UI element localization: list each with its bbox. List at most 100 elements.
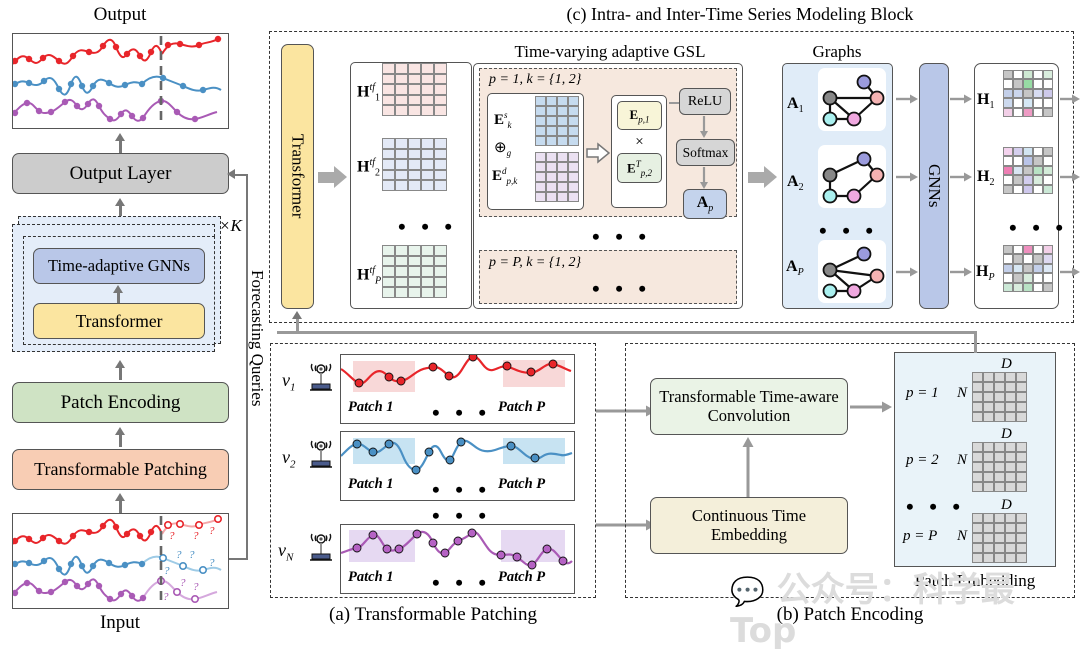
svg-text:?: ? — [209, 525, 215, 537]
output-series-svg — [11, 35, 222, 125]
softmax-label: Softmax — [682, 144, 729, 160]
panel-c-transformer-box[interactable]: Transformer — [281, 44, 314, 309]
xk-label: ×K — [219, 216, 242, 235]
patch-encoding-box[interactable]: Patch Encoding — [12, 382, 229, 423]
arrowhead-up-1 — [115, 133, 125, 141]
pe-ellipsis: • • • — [906, 494, 966, 519]
connector-pe-vertical — [974, 331, 977, 353]
connector-transformer-vertical — [296, 318, 299, 332]
pe-row2-d: D — [1001, 426, 1012, 442]
pe-row1-n: N — [957, 385, 968, 401]
multiply-symbol: × — [635, 133, 644, 150]
pe-row1-d: D — [1001, 356, 1012, 372]
pe-row1-p: p = 1 — [906, 385, 939, 401]
h2-out-matrix — [1003, 147, 1053, 194]
input-title: Input — [99, 612, 141, 633]
input-chart: ? ? ? ? ? ? ? ? ? ? — [11, 513, 229, 609]
arrowhead-up-transformer — [292, 311, 302, 319]
h2-tf-matrix — [382, 138, 447, 191]
svg-text:?: ? — [176, 549, 182, 561]
patchP-label-v2: Patch P — [498, 476, 546, 492]
node-v2-label: v2 — [282, 447, 296, 471]
gsl-block-pP-header: p = P, k = {1, 2} — [489, 255, 582, 270]
e-d-pk-label: Edp,k — [492, 166, 517, 186]
watermark: 💬 公众号：科学最Top — [730, 562, 1080, 651]
vN-sub: N — [286, 551, 294, 564]
output-chart — [11, 33, 229, 129]
transformable-patching-label: Transformable Patching — [34, 459, 207, 479]
arrow-outputlayer-to-chart — [119, 140, 122, 153]
gnns-label: GNNs — [925, 164, 944, 208]
conv-label: Transformable Time-aware Convolution — [659, 386, 839, 425]
node-vN-label: vN — [278, 540, 293, 564]
gsl-pP-ellipsis: • • • — [592, 276, 652, 301]
arrowhead-up-5 — [115, 427, 125, 435]
patchP-label-v1: Patch P — [498, 399, 546, 415]
hp-tf-sub: P — [375, 275, 382, 287]
h2-out-letter: H — [977, 168, 990, 185]
patch-encoding-label: Patch Encoding — [60, 391, 181, 413]
conv-box[interactable]: Transformable Time-aware Convolution — [650, 378, 848, 435]
ap-letter: A — [696, 193, 709, 211]
node-v1-label: v1 — [282, 370, 296, 394]
graphs-ellipsis: • • • — [819, 218, 879, 243]
svg-text:?: ? — [209, 557, 215, 569]
h2-tf-sup: tf — [369, 157, 376, 168]
transformable-patching-box[interactable]: Transformable Patching — [12, 449, 229, 490]
patch1-label-v2: Patch 1 — [348, 476, 394, 492]
e-d-pk-sub: p,k — [506, 176, 518, 186]
arrow-graphP-to-gnns — [896, 265, 918, 283]
output-layer-box[interactable]: Output Layer — [12, 153, 229, 194]
sensor-icon-N — [307, 533, 335, 568]
svg-text:?: ? — [189, 549, 195, 561]
graph-2 — [818, 145, 886, 208]
pe-row3-matrix — [972, 513, 1027, 563]
relu-box: ReLU — [679, 88, 731, 115]
svg-text:?: ? — [164, 565, 170, 577]
fq-line-top — [233, 174, 248, 176]
e-p2T-letter: E — [627, 159, 636, 175]
arrow-input-to-patching — [119, 500, 122, 513]
time-embedding-label: Continuous Time Embedding — [691, 505, 807, 544]
adjP-label: AP — [786, 258, 804, 278]
arrow-gnns-to-h2 — [950, 170, 972, 188]
watermark-icon: 💬 — [730, 575, 765, 608]
output-title: Output — [93, 4, 147, 25]
e-p1-sub: p,1 — [638, 114, 650, 125]
pe-row1-matrix — [972, 372, 1027, 422]
pe-row3-p: p = P — [903, 528, 938, 544]
transformer-label: Transformer — [75, 310, 163, 331]
hP-out-letter: H — [976, 263, 989, 280]
adj1-letter: A — [787, 95, 799, 112]
e-p2T-box: ETp,2 — [617, 153, 662, 183]
patch1-label-vN: Patch 1 — [348, 569, 394, 585]
time-adaptive-gnns-box[interactable]: Time-adaptive GNNs — [33, 248, 205, 284]
h1-out-label: H1 — [977, 91, 994, 111]
oplus-glyph: ⊕ — [494, 140, 507, 156]
e-d-pk-matrix — [535, 152, 579, 202]
e-d-pk-sup: d — [502, 166, 507, 176]
patchP-label-vN: Patch P — [498, 569, 546, 585]
pe-row3-n: N — [957, 528, 968, 544]
h1-out-matrix — [1003, 70, 1053, 117]
adjP-sub: P — [797, 267, 804, 279]
arrow-hP-out — [1060, 265, 1080, 283]
arrow-graph2-to-gnns — [896, 170, 918, 188]
e-d-pk-letter: E — [492, 168, 503, 184]
transformer-box[interactable]: Transformer — [33, 303, 205, 339]
h2-tf-sub: 2 — [375, 167, 381, 179]
e-s-k-sub: k — [507, 120, 512, 130]
pe-row2-n: N — [957, 452, 968, 468]
pe-row2-matrix — [972, 442, 1027, 492]
blockarrow-transformer-to-h — [318, 166, 347, 188]
gnns-box[interactable]: GNNs — [919, 63, 949, 309]
graphs-title: Graphs — [812, 42, 862, 61]
arrow-patching-to-patchenc — [119, 434, 122, 447]
h2-out-label: H2 — [977, 168, 994, 188]
blockarrow-gsl-to-graphs — [748, 166, 777, 188]
svg-text:?: ? — [180, 577, 186, 589]
time-embedding-box[interactable]: Continuous Time Embedding — [650, 497, 848, 554]
fq-line-bottom — [229, 558, 248, 560]
output-layer-label: Output Layer — [69, 162, 172, 184]
graph-1 — [818, 68, 886, 131]
